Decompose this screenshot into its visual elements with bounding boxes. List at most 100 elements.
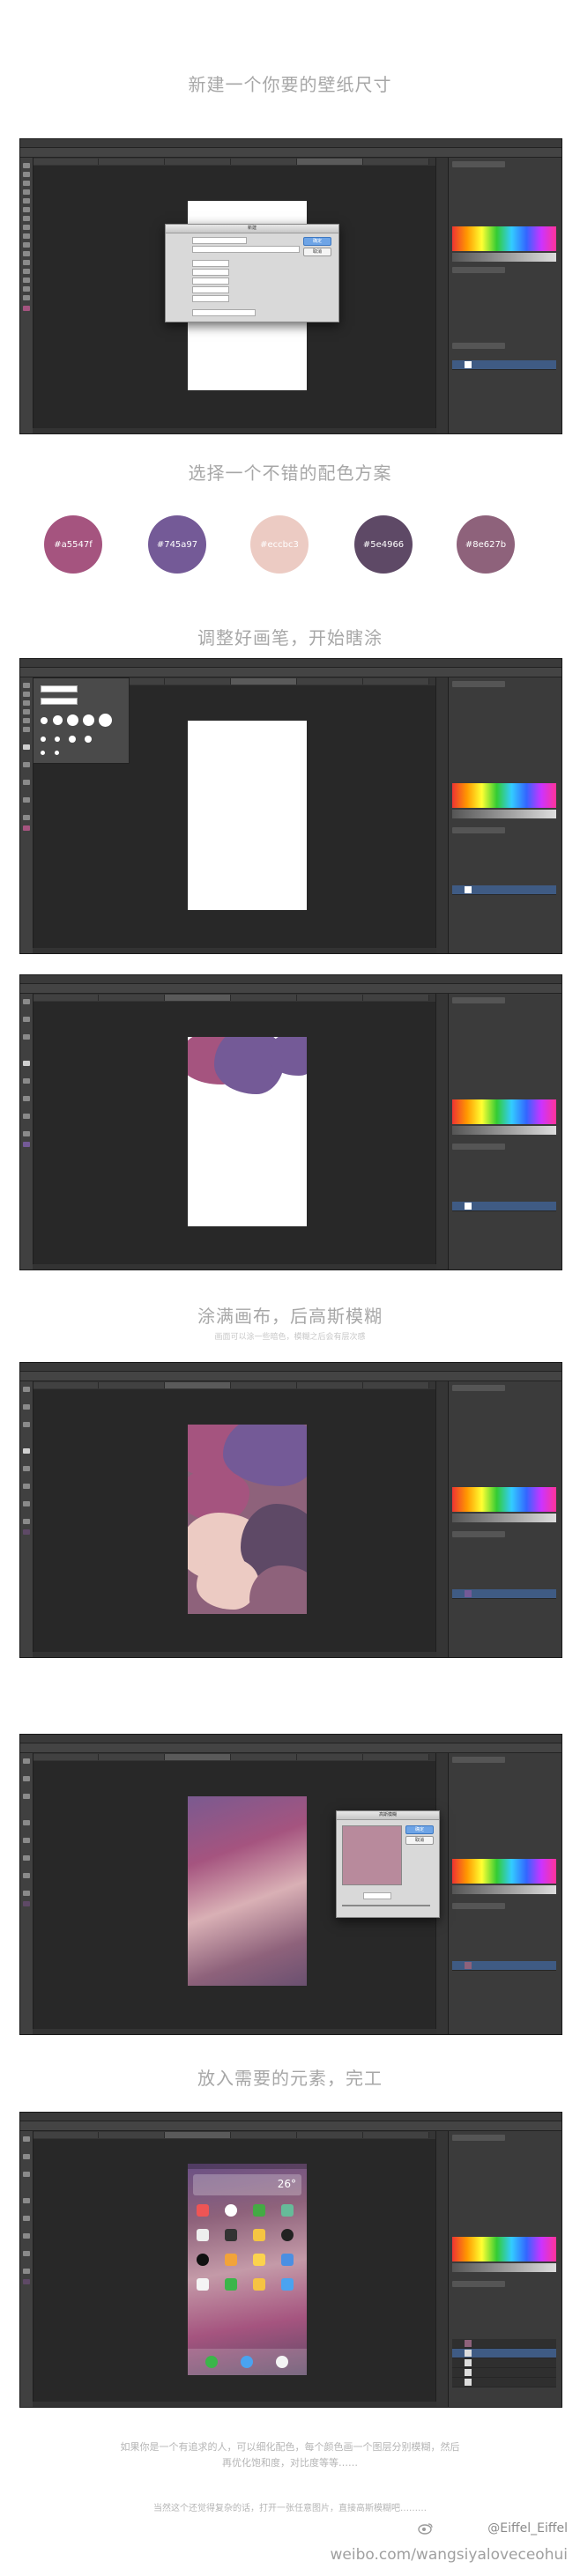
layers-panel-tab[interactable] bbox=[452, 2281, 505, 2287]
brush-preset-icon[interactable] bbox=[41, 751, 45, 755]
brush-preset-icon[interactable] bbox=[67, 714, 78, 726]
layer-row[interactable] bbox=[452, 2358, 556, 2368]
color-panel-tab[interactable] bbox=[452, 161, 505, 167]
preset-select[interactable] bbox=[192, 246, 300, 253]
doc-tab[interactable] bbox=[165, 159, 231, 165]
menu-bar[interactable] bbox=[20, 139, 561, 148]
pen-tool-icon[interactable] bbox=[23, 2233, 30, 2239]
collapsed-panel-strip[interactable] bbox=[435, 677, 449, 953]
layers-panel-tab[interactable] bbox=[452, 343, 505, 349]
document-canvas[interactable] bbox=[188, 721, 307, 910]
doc-tab[interactable] bbox=[297, 1754, 363, 1760]
app-icon[interactable] bbox=[253, 2204, 265, 2217]
zoom-tool-icon[interactable] bbox=[23, 295, 30, 300]
swatches-greys[interactable] bbox=[452, 1126, 556, 1135]
doc-tab[interactable] bbox=[363, 995, 429, 1001]
wand-tool-icon[interactable] bbox=[23, 709, 30, 714]
lasso-tool-icon[interactable] bbox=[23, 1404, 30, 1410]
zoom-tool-icon[interactable] bbox=[23, 815, 30, 820]
doc-tab[interactable] bbox=[99, 995, 165, 1001]
options-bar[interactable] bbox=[20, 668, 561, 677]
doc-tab[interactable] bbox=[33, 2132, 99, 2138]
layer-row[interactable] bbox=[452, 2349, 556, 2358]
app-icon[interactable] bbox=[225, 2254, 237, 2266]
doc-tab[interactable] bbox=[231, 1382, 297, 1388]
doc-tab[interactable] bbox=[363, 2132, 429, 2138]
swatches-greys[interactable] bbox=[452, 1885, 556, 1894]
type-tool-icon[interactable] bbox=[23, 269, 30, 274]
color-panel-tab[interactable] bbox=[452, 1385, 505, 1391]
layer-row[interactable] bbox=[452, 2339, 556, 2349]
eyedropper-tool-icon[interactable] bbox=[23, 207, 30, 212]
doc-tab[interactable] bbox=[33, 159, 99, 165]
doc-tab[interactable] bbox=[297, 2132, 363, 2138]
brush-preset-picker[interactable] bbox=[33, 677, 130, 764]
document-tabs[interactable] bbox=[33, 2131, 449, 2139]
foreground-color-icon[interactable] bbox=[23, 306, 30, 311]
crop-tool-icon[interactable] bbox=[23, 1422, 30, 1427]
eraser-tool-icon[interactable] bbox=[23, 1466, 30, 1471]
wand-tool-icon[interactable] bbox=[23, 189, 30, 195]
brush-tool-icon[interactable] bbox=[23, 1820, 30, 1825]
marquee-tool-icon[interactable] bbox=[23, 172, 30, 177]
gradient-tool-icon[interactable] bbox=[23, 251, 30, 256]
app-icon[interactable] bbox=[253, 2229, 265, 2241]
brush-hardness-slider[interactable] bbox=[41, 698, 78, 705]
brush-preset-icon[interactable] bbox=[85, 736, 92, 743]
doc-tab[interactable] bbox=[99, 159, 165, 165]
pen-tool-icon[interactable] bbox=[23, 1855, 30, 1861]
swatches-panel[interactable] bbox=[452, 1487, 556, 1512]
swatches-panel[interactable] bbox=[452, 226, 556, 251]
layer-row[interactable] bbox=[452, 2378, 556, 2387]
brush-preset-icon[interactable] bbox=[69, 736, 76, 743]
layer-row[interactable] bbox=[452, 885, 556, 895]
move-tool-icon[interactable] bbox=[23, 999, 30, 1004]
color-panel-tab[interactable] bbox=[452, 997, 505, 1003]
swatches-panel[interactable] bbox=[452, 783, 556, 808]
lasso-tool-icon[interactable] bbox=[23, 181, 30, 186]
document-tabs[interactable] bbox=[33, 994, 449, 1002]
crop-tool-icon[interactable] bbox=[23, 718, 30, 723]
doc-tab-active[interactable] bbox=[297, 159, 363, 165]
pen-tool-icon[interactable] bbox=[23, 1096, 30, 1101]
heal-tool-icon[interactable] bbox=[23, 216, 30, 221]
collapsed-panel-strip[interactable] bbox=[435, 994, 449, 1269]
document-tabs[interactable] bbox=[33, 1381, 449, 1389]
swatches-greys[interactable] bbox=[452, 253, 556, 262]
menu-bar[interactable] bbox=[20, 2113, 561, 2121]
hand-tool-icon[interactable] bbox=[23, 286, 30, 292]
eraser-tool-icon[interactable] bbox=[23, 242, 30, 248]
doc-tab[interactable] bbox=[231, 995, 297, 1001]
color-panel-tab[interactable] bbox=[452, 681, 505, 687]
cancel-button[interactable]: 取消 bbox=[405, 1836, 434, 1845]
crop-tool-icon[interactable] bbox=[23, 1034, 30, 1040]
author-signature[interactable]: @Eiffel_Eiffel bbox=[487, 2521, 568, 2535]
color-mode-select[interactable] bbox=[192, 286, 229, 293]
doc-tab[interactable] bbox=[33, 1382, 99, 1388]
brush-tool-icon[interactable] bbox=[23, 2198, 30, 2203]
pen-tool-icon[interactable] bbox=[23, 1484, 30, 1489]
foreground-color-icon[interactable] bbox=[23, 1529, 30, 1535]
doc-tab-active[interactable] bbox=[165, 995, 231, 1001]
doc-tab[interactable] bbox=[99, 2132, 165, 2138]
app-icon[interactable] bbox=[253, 2254, 265, 2266]
background-select[interactable] bbox=[192, 295, 229, 302]
ok-button[interactable]: 确定 bbox=[303, 237, 331, 246]
brush-tool-icon[interactable] bbox=[23, 1061, 30, 1066]
options-bar[interactable] bbox=[20, 984, 561, 994]
stamp-tool-icon[interactable] bbox=[23, 233, 30, 239]
lasso-tool-icon[interactable] bbox=[23, 1776, 30, 1781]
options-bar[interactable] bbox=[20, 1372, 561, 1381]
layers-panel-tab[interactable] bbox=[452, 1903, 505, 1909]
doc-tab[interactable] bbox=[363, 1754, 429, 1760]
layer-row[interactable] bbox=[452, 1589, 556, 1599]
radius-field[interactable] bbox=[363, 1892, 391, 1899]
swatches-greys[interactable] bbox=[452, 810, 556, 818]
eyedropper-tool-icon[interactable] bbox=[23, 727, 30, 732]
color-panel-tab[interactable] bbox=[452, 1757, 505, 1763]
document-canvas[interactable] bbox=[188, 1037, 307, 1226]
eraser-tool-icon[interactable] bbox=[23, 1838, 30, 1843]
phone-app-icon[interactable] bbox=[205, 2356, 218, 2368]
move-tool-icon[interactable] bbox=[23, 683, 30, 688]
swatches-greys[interactable] bbox=[452, 1514, 556, 1522]
